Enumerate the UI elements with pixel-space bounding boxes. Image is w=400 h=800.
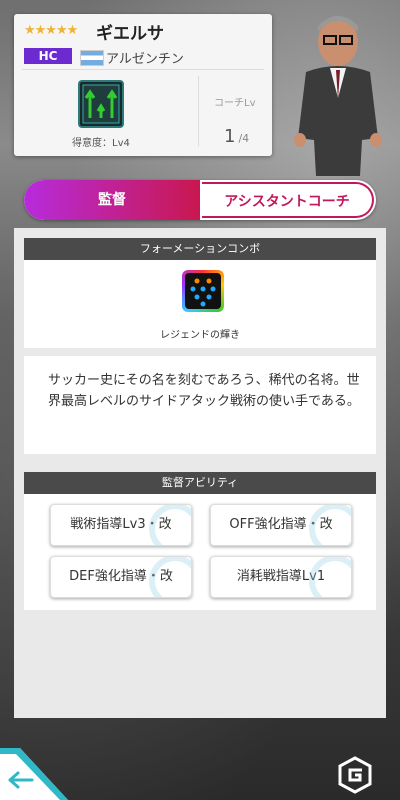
coach-avatar [294,16,382,176]
divider [22,69,264,70]
watermark-logo [338,756,372,794]
ability-button[interactable]: 戦術指導Lv3・改 [50,504,192,546]
rarity-stars: ★★★★★ [24,23,78,38]
coach-lv-max: /4 [238,132,250,145]
role-tab-bar: 監督 アシスタントコーチ [24,180,376,220]
role-badge: HC [24,48,72,64]
tab-director[interactable]: 監督 [24,180,200,220]
detail-panel: フォーメーションコンボ レジェンドの輝き サッカー史にその名を刻むであろう、稀代… [14,228,386,718]
formation-combo-header: フォーメーションコンボ [24,238,376,260]
profile-card: ★★★★★ ギエルサ HC アルゼンチン 得意度：Lv4 コーチLv 1/4 [14,14,272,156]
coach-lv-value: 1/4 [224,126,249,147]
ability-button[interactable]: OFF強化指導・改 [210,504,352,546]
ability-button[interactable]: 消耗戦指導Lv1 [210,556,352,598]
legend-combo-icon[interactable] [182,270,224,312]
formation-icon[interactable] [78,80,124,128]
coach-description: サッカー史にその名を刻むであろう、稀代の名将。世界最高レベルのサイドアタック戦術… [48,373,360,409]
country-label: アルゼンチン [106,52,184,67]
ability-button[interactable]: DEF強化指導・改 [50,556,192,598]
argentina-flag-icon [80,50,104,66]
tab-assistant-coach[interactable]: アシスタントコーチ [202,182,374,218]
back-arrow-icon[interactable] [0,748,68,800]
formation-combo-label: レジェンドの輝き [160,330,240,341]
abilities-header: 監督アビリティ [24,472,376,494]
formation-combo-box: レジェンドの輝き [24,260,376,348]
description-box: サッカー史にその名を刻むであろう、稀代の名将。世界最高レベルのサイドアタック戦術… [24,356,376,454]
coach-lv-current: 1 [224,126,236,147]
proficiency-level: 得意度：Lv4 [72,138,130,149]
coach-lv-label: コーチLv [214,98,256,109]
divider [198,76,199,146]
abilities-box: 戦術指導Lv3・改 OFF強化指導・改 DEF強化指導・改 消耗戦指導Lv1 [24,494,376,610]
coach-name: ギエルサ [96,24,164,44]
